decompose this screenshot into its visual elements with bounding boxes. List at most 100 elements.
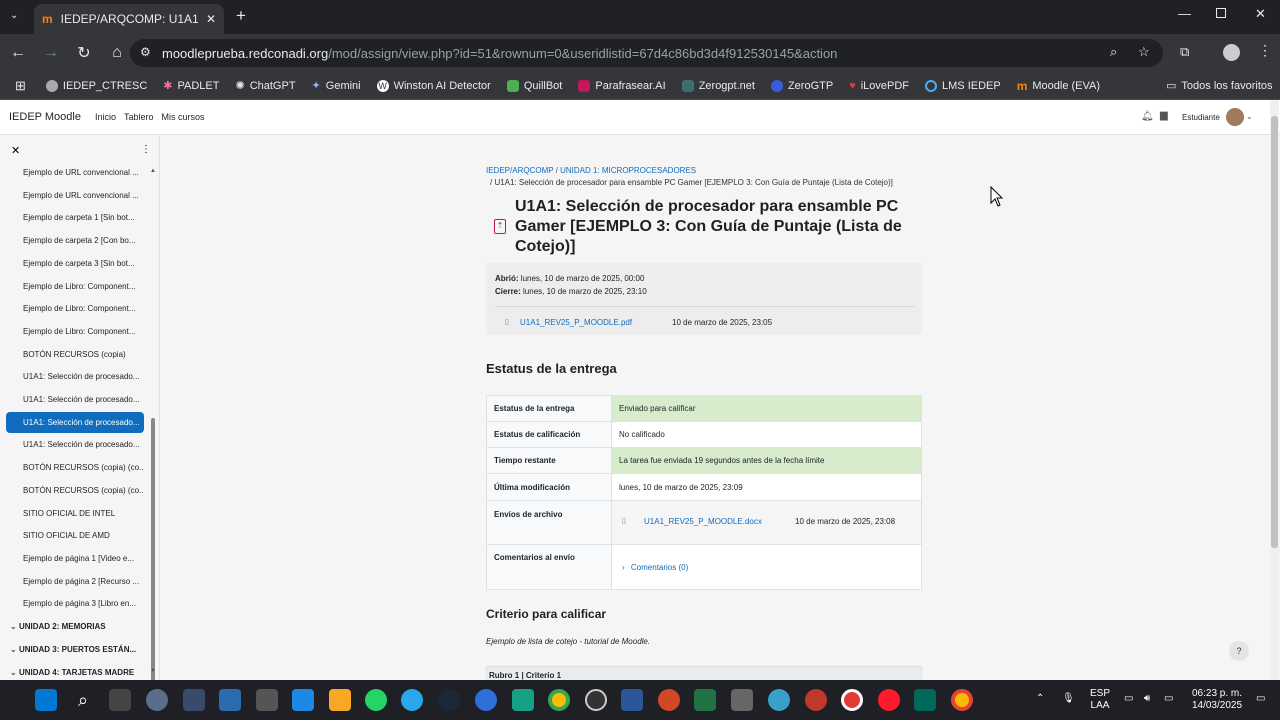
drawer-item[interactable]: Ejemplo de carpeta 2 [Con bo... — [6, 230, 144, 251]
excel-icon[interactable] — [694, 689, 716, 711]
site-info-icon[interactable]: ⚙ — [140, 45, 151, 59]
media-player-icon[interactable] — [585, 689, 607, 711]
drawer-item[interactable]: Ejemplo de página 2 [Recurso ... — [6, 571, 144, 592]
powerpoint-icon[interactable] — [658, 689, 680, 711]
drawer-scrollbar[interactable]: ▲ ▼ — [150, 168, 156, 680]
drawer-item[interactable]: SITIO OFICIAL DE AMD — [6, 525, 144, 546]
back-icon[interactable]: ← — [3, 38, 33, 68]
app-icon[interactable] — [292, 689, 314, 711]
maximize-icon[interactable] — [1216, 8, 1226, 18]
nav-inicio[interactable]: Inicio — [95, 112, 116, 122]
bookmark-zerogtp[interactable]: ZeroGTP — [770, 79, 833, 92]
bookmark-iedep-ctresc[interactable]: IEDEP_CTRESC — [45, 79, 147, 92]
clock[interactable]: 06:23 p. m. 14/03/2025 — [1188, 688, 1246, 712]
bookmark-gemini[interactable]: ✦ Gemini — [312, 79, 361, 93]
tab-search-icon[interactable]: ⌄ — [10, 10, 18, 21]
telegram-icon[interactable] — [401, 689, 423, 711]
search-icon[interactable]: ⌕ — [72, 689, 94, 711]
address-bar[interactable]: ⚙ moodleprueba.redconadi.org/mod/assign/… — [130, 39, 1163, 67]
minimize-icon[interactable]: — — [1178, 6, 1191, 21]
drawer-item[interactable]: BOTÓN RECURSOS (copia) (co... — [6, 457, 144, 478]
opera-icon[interactable] — [878, 689, 900, 711]
section-unidad-4[interactable]: ⌄ UNIDAD 4: TARJETAS MADRE — [6, 666, 144, 680]
reload-icon[interactable]: ↻ — [69, 38, 99, 68]
new-tab-button[interactable]: + — [236, 6, 246, 26]
zoom-search-icon[interactable]: ⌕ — [1110, 44, 1117, 60]
active-tab[interactable]: m IEDEP/ARQCOMP: U1A1: Selecci ✕ — [34, 4, 224, 34]
steam-icon[interactable] — [438, 689, 460, 711]
chrome-profile-icon[interactable] — [951, 689, 973, 711]
word-icon[interactable] — [621, 689, 643, 711]
photos-icon[interactable] — [219, 689, 241, 711]
task-view-icon[interactable] — [109, 689, 131, 711]
drawer-item[interactable]: Ejemplo de URL convencional ... — [6, 185, 144, 206]
bookmark-star-icon[interactable]: ☆ — [1138, 44, 1150, 60]
apps-grid-icon[interactable]: ⊞ — [15, 78, 26, 94]
network-icon[interactable]: ▭ — [1124, 693, 1133, 705]
section-unidad-3[interactable]: ⌄ UNIDAD 3: PUERTOS ESTÁN... — [6, 643, 144, 657]
chevron-down-icon[interactable]: ⌄ — [1246, 112, 1253, 121]
menu-dots-icon[interactable]: ⋮ — [1258, 42, 1272, 59]
drawer-item[interactable]: SITIO OFICIAL DE INTEL — [6, 503, 144, 524]
bookmark-quillbot[interactable]: QuillBot — [506, 79, 562, 92]
attachment-link[interactable]: U1A1_REV25_P_MOODLE.pdf — [520, 318, 632, 327]
record-icon[interactable] — [841, 689, 863, 711]
home-icon[interactable]: ⌂ — [102, 38, 132, 68]
drawer-item[interactable]: U1A1: Selección de procesado... — [6, 389, 144, 410]
forward-icon[interactable]: → — [36, 38, 66, 68]
chrome-icon[interactable] — [548, 689, 570, 711]
extensions-icon[interactable]: ⧉ — [1180, 44, 1189, 60]
settings-icon[interactable] — [146, 689, 168, 711]
close-drawer-icon[interactable]: ✕ — [11, 144, 20, 157]
drawer-item[interactable]: Ejemplo de página 1 [Video e... — [6, 548, 144, 569]
drawer-item[interactable]: U1A1: Selección de procesado... — [6, 366, 144, 387]
breadcrumb-course[interactable]: IEDEP/ARQCOMP — [486, 166, 553, 175]
tab-close-icon[interactable]: ✕ — [206, 12, 216, 26]
app-icon[interactable] — [512, 689, 534, 711]
drawer-menu-icon[interactable]: ⋮ — [141, 144, 151, 155]
app-icon[interactable] — [768, 689, 790, 711]
drawer-item[interactable]: Ejemplo de Libro: Component... — [6, 276, 144, 297]
language-indicator[interactable]: ESP LAA — [1088, 688, 1112, 712]
drawer-item[interactable]: Ejemplo de Libro: Component... — [6, 298, 144, 319]
microphone-icon[interactable]: 🎙︎ — [1062, 693, 1075, 705]
windows-start-icon[interactable] — [35, 689, 57, 711]
help-button[interactable]: ? — [1229, 641, 1249, 661]
nav-tablero[interactable]: Tablero — [124, 112, 154, 122]
volume-icon[interactable]: 🔊︎ — [1144, 693, 1150, 705]
drawer-item[interactable]: U1A1: Selección de procesado... — [6, 411, 144, 433]
drawer-item[interactable]: Ejemplo de carpeta 3 [Sin bot... — [6, 253, 144, 274]
bookmark-winston[interactable]: W Winston AI Detector — [376, 79, 491, 92]
bell-icon[interactable]: 🔔︎ — [1141, 111, 1154, 122]
submitted-file-link[interactable]: U1A1_REV25_P_MOODLE.docx — [644, 517, 762, 526]
all-bookmarks[interactable]: ▭ Todos los favoritos — [1166, 79, 1273, 93]
site-brand[interactable]: IEDEP Moodle — [9, 111, 81, 123]
app-icon[interactable] — [475, 689, 497, 711]
user-avatar[interactable] — [1226, 108, 1244, 126]
bookmark-moodle-eva[interactable]: m Moodle (EVA) — [1017, 79, 1100, 93]
battery-icon[interactable]: ▭ — [1164, 693, 1173, 705]
file-explorer-icon[interactable] — [329, 689, 351, 711]
calculator-icon[interactable] — [731, 689, 753, 711]
close-window-icon[interactable]: ✕ — [1255, 6, 1266, 22]
bookmark-zerogpt-net[interactable]: Zerogpt.net — [681, 79, 755, 92]
bookmark-padlet[interactable]: ✱ PADLET — [163, 79, 219, 93]
app-icon[interactable] — [914, 689, 936, 711]
drawer-item[interactable]: Ejemplo de Libro: Component... — [6, 321, 144, 342]
section-unidad-2[interactable]: ⌄ UNIDAD 2: MEMORIAS — [6, 620, 144, 634]
bookmark-chatgpt[interactable]: ✺ ChatGPT — [235, 79, 295, 93]
page-scrollbar[interactable] — [1270, 100, 1279, 680]
drawer-item[interactable]: BOTÓN RECURSOS (copia) (co... — [6, 480, 144, 501]
bookmark-parafrasear[interactable]: Parafrasear.AI — [578, 79, 666, 92]
app-icon[interactable] — [256, 689, 278, 711]
app-icon[interactable] — [183, 689, 205, 711]
whatsapp-icon[interactable] — [365, 689, 387, 711]
profile-avatar[interactable] — [1223, 44, 1240, 61]
breadcrumb-unit[interactable]: UNIDAD 1: MICROPROCESADORES — [560, 166, 696, 175]
drawer-item[interactable]: Ejemplo de URL convencional ... — [6, 162, 144, 183]
drawer-item[interactable]: Ejemplo de página 3 [Libro en... — [6, 593, 144, 614]
drawer-item[interactable]: U1A1: Selección de procesado... — [6, 434, 144, 455]
app-icon[interactable] — [805, 689, 827, 711]
bookmark-ilovepdf[interactable]: ♥ iLovePDF — [849, 80, 909, 92]
tray-chevron-icon[interactable]: ⌃ — [1036, 693, 1044, 705]
